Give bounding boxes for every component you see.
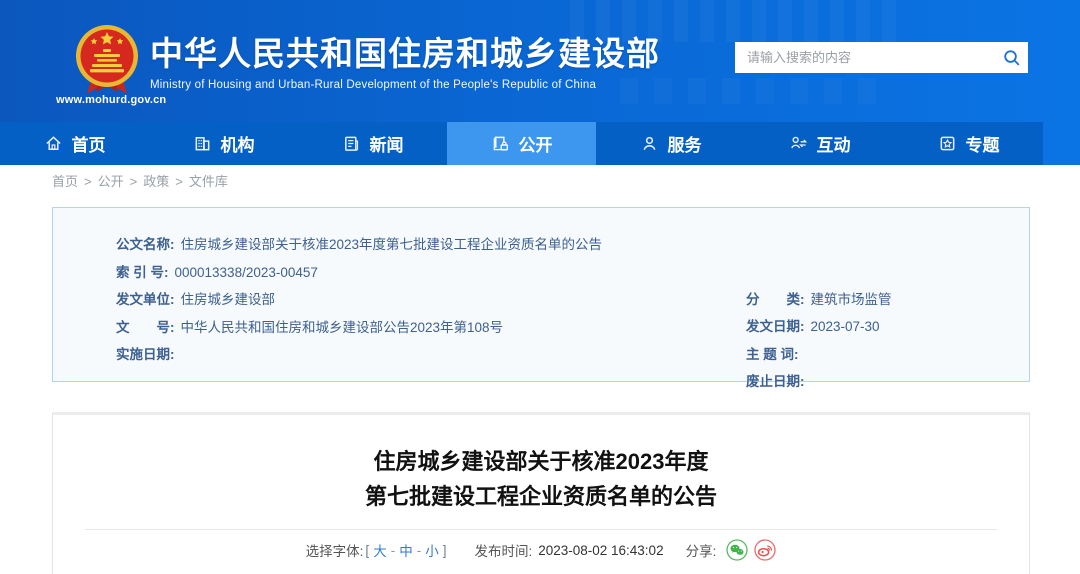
font-size-dash: -	[391, 543, 396, 558]
national-emblem-icon	[74, 24, 140, 98]
publish-time-label: 发布时间:	[474, 540, 532, 560]
meta-label: 分 类:	[746, 290, 805, 309]
meta-right-column: 分 类: 建筑市场监管 发文日期: 2023-07-30 主 题 词: 废止日期…	[746, 263, 1009, 400]
nav-label: 机构	[221, 131, 255, 156]
nav-item-home[interactable]: 首页	[0, 122, 149, 165]
share-label: 分享:	[686, 540, 717, 560]
nav-label: 服务	[668, 131, 702, 156]
meta-value: 000013338/2023-00457	[175, 263, 318, 282]
nav-label: 公开	[519, 131, 553, 156]
meta-row-issue-date: 发文日期: 2023-07-30	[746, 317, 1009, 336]
nav-item-topics[interactable]: 专题	[894, 122, 1043, 165]
weibo-icon	[754, 539, 776, 561]
meta-label: 实施日期:	[116, 345, 175, 364]
breadcrumb-separator: >	[84, 174, 92, 189]
nav-item-organization[interactable]: 机构	[149, 122, 298, 165]
nav-label: 互动	[817, 131, 851, 156]
page: www.mohurd.gov.cn 中华人民共和国住房和城乡建设部 Minist…	[0, 0, 1080, 574]
publish-time-group: 发布时间: 2023-08-02 16:43:02	[474, 540, 663, 560]
article-title-line2: 第七批建设工程企业资质名单的公告	[53, 479, 1029, 514]
bracket-open: [	[365, 543, 369, 558]
disclosure-lock-icon	[491, 134, 510, 153]
font-size-selector: 选择字体: [ 大 - 中 - 小 ]	[306, 540, 449, 560]
service-person-icon	[640, 134, 659, 153]
site-title-block: 中华人民共和国住房和城乡建设部 Ministry of Housing and …	[150, 34, 660, 91]
nav-item-interaction[interactable]: 互动	[745, 122, 894, 165]
meta-label: 索 引 号:	[116, 263, 169, 282]
meta-row-doc-number: 文 号: 中华人民共和国住房和城乡建设部公告2023年第108号	[116, 318, 746, 337]
font-size-dash: -	[417, 543, 422, 558]
meta-row-index-number: 索 引 号: 000013338/2023-00457	[116, 263, 746, 282]
publish-time-value: 2023-08-02 16:43:02	[538, 543, 663, 558]
breadcrumb-separator: >	[130, 174, 138, 189]
meta-left-column: 索 引 号: 000013338/2023-00457 发文单位: 住房城乡建设…	[116, 263, 746, 400]
share-weibo-button[interactable]	[754, 539, 776, 561]
meta-label: 发文日期:	[746, 317, 805, 336]
site-title-cn: 中华人民共和国住房和城乡建设部	[150, 34, 660, 74]
meta-label: 主 题 词:	[746, 345, 799, 364]
document-meta-panel: 公文名称: 住房城乡建设部关于核准2023年度第七批建设工程企业资质名单的公告 …	[52, 207, 1030, 382]
font-size-medium-link[interactable]: 中	[399, 540, 413, 560]
news-icon	[342, 134, 361, 153]
meta-row-subject-words: 主 题 词:	[746, 345, 1009, 364]
meta-value: 2023-07-30	[811, 317, 880, 336]
meta-label: 公文名称:	[116, 235, 175, 254]
font-size-large-link[interactable]: 大	[373, 540, 387, 560]
site-header: www.mohurd.gov.cn 中华人民共和国住房和城乡建设部 Minist…	[0, 0, 1080, 165]
nav-label: 新闻	[370, 131, 404, 156]
meta-row-repeal-date: 废止日期:	[746, 372, 1009, 391]
meta-row-category: 分 类: 建筑市场监管	[746, 290, 1009, 309]
nav-item-services[interactable]: 服务	[596, 122, 745, 165]
meta-label: 发文单位:	[116, 290, 175, 309]
breadcrumb-home[interactable]: 首页	[52, 174, 78, 189]
bracket-close: ]	[443, 543, 447, 558]
interaction-arrows-icon	[789, 134, 808, 153]
search-input[interactable]	[735, 42, 994, 73]
article-title: 住房城乡建设部关于核准2023年度 第七批建设工程企业资质名单的公告	[53, 444, 1029, 514]
share-group: 分享:	[686, 539, 777, 561]
wechat-icon	[726, 539, 748, 561]
meta-value: 住房城乡建设部	[181, 290, 276, 309]
building-icon	[193, 134, 212, 153]
meta-value: 建筑市场监管	[811, 290, 892, 309]
breadcrumb-disclosure[interactable]: 公开	[98, 174, 124, 189]
breadcrumb-library[interactable]: 文件库	[189, 174, 228, 189]
meta-row-doc-name: 公文名称: 住房城乡建设部关于核准2023年度第七批建设工程企业资质名单的公告	[116, 235, 1009, 254]
search-icon	[1002, 48, 1021, 67]
site-url: www.mohurd.gov.cn	[56, 94, 166, 106]
meta-label: 文 号:	[116, 318, 175, 337]
site-title-en: Ministry of Housing and Urban-Rural Deve…	[150, 79, 660, 91]
article-info-bar: 选择字体: [ 大 - 中 - 小 ] 发布时间: 2023-08-02 16:…	[53, 539, 1029, 561]
meta-value: 中华人民共和国住房和城乡建设部公告2023年第108号	[181, 318, 504, 337]
breadcrumb-separator: >	[175, 174, 183, 189]
search-button[interactable]	[994, 42, 1028, 73]
national-emblem-logo	[74, 24, 140, 103]
meta-value: 住房城乡建设部关于核准2023年度第七批建设工程企业资质名单的公告	[181, 235, 603, 254]
meta-row-issuing-unit: 发文单位: 住房城乡建设部	[116, 290, 746, 309]
home-icon	[44, 134, 63, 153]
nav-label: 专题	[966, 131, 1000, 156]
main-nav: 首页 机构 新闻	[0, 122, 1043, 165]
share-wechat-button[interactable]	[726, 539, 748, 561]
search-box	[735, 42, 1028, 73]
article-divider	[85, 529, 997, 530]
nav-label: 首页	[72, 131, 106, 156]
star-badge-icon	[938, 134, 957, 153]
meta-label: 废止日期:	[746, 372, 805, 391]
nav-item-disclosure[interactable]: 公开	[447, 122, 596, 165]
article-panel: 住房城乡建设部关于核准2023年度 第七批建设工程企业资质名单的公告 选择字体:…	[52, 412, 1030, 574]
font-size-small-link[interactable]: 小	[425, 540, 439, 560]
font-select-label: 选择字体:	[306, 540, 364, 560]
article-title-line1: 住房城乡建设部关于核准2023年度	[53, 444, 1029, 479]
nav-item-news[interactable]: 新闻	[298, 122, 447, 165]
breadcrumb-policy[interactable]: 政策	[143, 174, 169, 189]
meta-row-implement-date: 实施日期:	[116, 345, 746, 364]
breadcrumb: 首页 > 公开 > 政策 > 文件库	[52, 171, 228, 190]
